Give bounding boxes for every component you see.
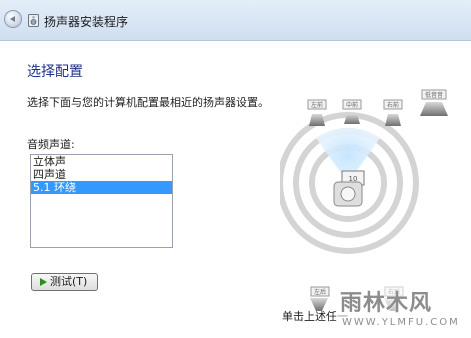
channel-option-quad[interactable]: 四声道 bbox=[31, 168, 172, 181]
speaker-front-right-label: 右前 bbox=[387, 101, 399, 109]
window-title: 扬声器安装程序 bbox=[44, 15, 129, 29]
speaker-center-label: 中前 bbox=[346, 101, 358, 109]
speaker-center[interactable]: 中前 bbox=[342, 99, 362, 124]
test-button-label: 测试(T) bbox=[50, 275, 88, 288]
speaker-rear-left-label: 左后 bbox=[314, 288, 326, 296]
page-title: 选择配置 bbox=[27, 64, 83, 80]
speaker-subwoofer-label: 低音音 bbox=[425, 91, 443, 99]
watermark-logo: 雨林木风 WWW.YLMFU.COM bbox=[336, 283, 471, 338]
page-description: 选择下面与您的计算机配置最相近的扬声器设置。 bbox=[27, 96, 269, 109]
test-button[interactable]: 测试(T) bbox=[31, 273, 98, 291]
main-content: 选择配置 选择下面与您的计算机配置最相近的扬声器设置。 音频声道: 立体声 四声… bbox=[0, 41, 471, 338]
watermark-url-text: WWW.YLMFU.COM bbox=[342, 317, 460, 328]
back-button[interactable] bbox=[4, 10, 22, 28]
watermark-main-text: 雨林木风 bbox=[340, 290, 433, 316]
speaker-subwoofer[interactable]: 低音音 bbox=[420, 89, 448, 116]
channel-option-5-1[interactable]: 5.1 环绕 bbox=[31, 181, 172, 194]
speaker-front-left-label: 左前 bbox=[311, 101, 323, 109]
listener-chair-icon bbox=[333, 181, 363, 207]
channel-option-stereo[interactable]: 立体声 bbox=[31, 155, 172, 168]
channels-label: 音频声道: bbox=[27, 138, 75, 151]
channels-listbox[interactable]: 立体声 四声道 5.1 环绕 bbox=[30, 154, 173, 248]
speaker-app-icon bbox=[28, 14, 39, 27]
speaker-front-left[interactable]: 左前 bbox=[307, 99, 327, 126]
play-icon bbox=[40, 278, 47, 286]
title-bar: 扬声器安装程序 bbox=[0, 0, 471, 41]
speaker-front-right[interactable]: 右前 bbox=[383, 99, 403, 126]
